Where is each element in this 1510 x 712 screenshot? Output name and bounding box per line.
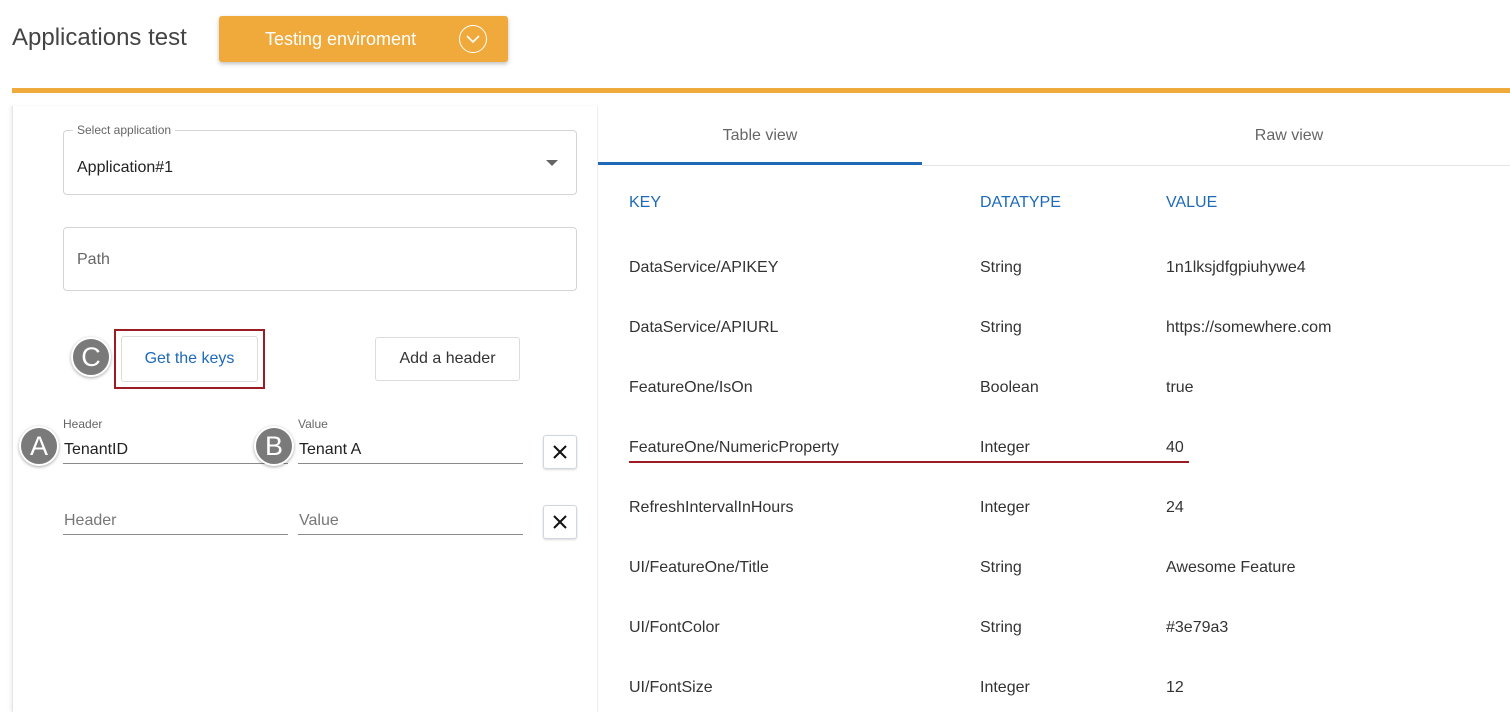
- cell-value: 40: [1166, 439, 1184, 456]
- cell-key: RefreshIntervalInHours: [629, 499, 794, 516]
- cell-key: UI/FontSize: [629, 679, 713, 696]
- annotation-row-underline: [629, 461, 1189, 463]
- header-value-input[interactable]: [298, 507, 523, 535]
- cell-datatype: String: [980, 259, 1022, 276]
- header-value-input[interactable]: [298, 436, 523, 464]
- tabs-divider: [922, 165, 1510, 166]
- path-field: [63, 227, 577, 291]
- header-field-label: Header: [63, 417, 103, 431]
- close-icon: [553, 515, 567, 529]
- cell-datatype: String: [980, 319, 1022, 336]
- tab-table-view[interactable]: Table view: [598, 106, 922, 166]
- column-header-key: KEY: [629, 194, 662, 211]
- close-icon: [553, 445, 567, 459]
- annotation-marker-c: C: [71, 337, 111, 377]
- dropdown-arrow-icon: [546, 160, 558, 166]
- environment-label: Testing enviroment: [265, 29, 417, 49]
- annotation-marker-b: B: [254, 426, 294, 466]
- value-field-label: Value: [298, 417, 328, 431]
- application-select-label: Select application: [73, 123, 176, 137]
- add-header-button[interactable]: Add a header: [375, 337, 520, 381]
- cell-key: UI/FontColor: [629, 619, 720, 636]
- active-tab-indicator: [598, 162, 922, 165]
- header-divider: [12, 88, 1510, 93]
- environment-dropdown-button[interactable]: Testing enviroment: [219, 16, 508, 62]
- cell-key: DataService/APIURL: [629, 319, 779, 336]
- cell-value: Awesome Feature: [1166, 559, 1296, 576]
- cell-value: 24: [1166, 499, 1184, 516]
- cell-value: #3e79a3: [1166, 619, 1229, 636]
- cell-key: DataService/APIKEY: [629, 259, 779, 276]
- cell-value: 1n1lksjdfgpiuhywe4: [1166, 259, 1306, 276]
- remove-header-button[interactable]: [543, 505, 577, 539]
- path-input[interactable]: [77, 248, 557, 272]
- annotation-marker-a: A: [19, 426, 59, 466]
- tab-raw-view[interactable]: Raw view: [1068, 106, 1510, 166]
- cell-datatype: String: [980, 619, 1022, 636]
- remove-header-button[interactable]: [543, 435, 577, 469]
- panel-divider: [597, 106, 598, 712]
- cell-value: true: [1166, 379, 1194, 396]
- cell-datatype: Integer: [980, 679, 1030, 696]
- cell-value: https://somewhere.com: [1166, 319, 1332, 336]
- cell-key: FeatureOne/IsOn: [629, 379, 753, 396]
- cell-datatype: String: [980, 559, 1022, 576]
- cell-key: FeatureOne/NumericProperty: [629, 439, 839, 456]
- cell-key: UI/FeatureOne/Title: [629, 559, 769, 576]
- column-header-value: VALUE: [1166, 194, 1218, 211]
- cell-value: 12: [1166, 679, 1184, 696]
- application-select[interactable]: Select application Application#1: [63, 123, 577, 195]
- chevron-down-icon: [459, 25, 487, 53]
- column-header-datatype: DATATYPE: [980, 194, 1061, 211]
- get-keys-button[interactable]: Get the keys: [121, 336, 258, 382]
- page-title: Applications test: [12, 24, 187, 51]
- cell-datatype: Integer: [980, 439, 1030, 456]
- cell-datatype: Boolean: [980, 379, 1039, 396]
- application-select-value: Application#1: [77, 159, 174, 176]
- request-panel: [12, 106, 598, 712]
- header-name-input[interactable]: [63, 507, 288, 535]
- cell-datatype: Integer: [980, 499, 1030, 516]
